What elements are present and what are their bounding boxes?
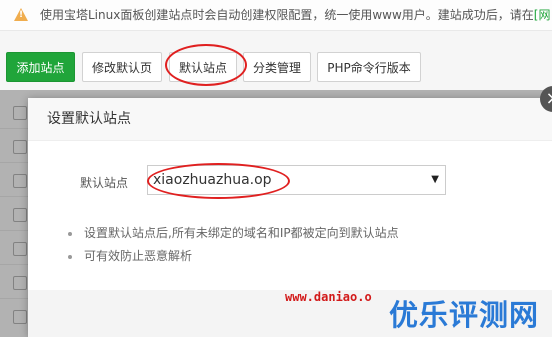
tips-list: 设置默认站点后,所有未绑定的域名和IP都被定向到默认站点 可有效防止恶意解析	[68, 222, 399, 268]
default-site-button[interactable]: 默认站点	[169, 52, 237, 82]
php-cli-version-button[interactable]: PHP命令行版本	[317, 52, 421, 82]
watermark-brand: 优乐评测网	[389, 298, 540, 332]
tip-item: 设置默认站点后,所有未绑定的域名和IP都被定向到默认站点	[68, 222, 399, 245]
default-site-label: 默认站点	[80, 176, 129, 190]
warning-icon	[14, 8, 28, 21]
add-site-button[interactable]: 添加站点	[6, 52, 75, 82]
tip-item: 可有效防止恶意解析	[68, 245, 399, 268]
notice-bar: 使用宝塔Linux面板创建站点时会自动创建权限配置，统一使用www用户。建站成功…	[0, 0, 552, 31]
dialog-title: 设置默认站点	[28, 98, 552, 141]
site-toolbar: 添加站点 修改默认页 默认站点 分类管理 PHP命令行版本	[0, 52, 552, 86]
notice-link[interactable]: [网	[534, 8, 551, 22]
edit-default-page-button[interactable]: 修改默认页	[82, 52, 162, 82]
default-site-select-value: xiaozhuazhua.op	[153, 172, 272, 188]
notice-text: 使用宝塔Linux面板创建站点时会自动创建权限配置，统一使用www用户。建站成功…	[40, 8, 551, 22]
category-manage-button[interactable]: 分类管理	[243, 52, 311, 82]
default-site-select[interactable]: xiaozhuazhua.op ▼	[147, 165, 446, 195]
caret-down-icon: ▼	[431, 174, 439, 185]
watermark-url: www.daniao.o	[285, 290, 372, 304]
